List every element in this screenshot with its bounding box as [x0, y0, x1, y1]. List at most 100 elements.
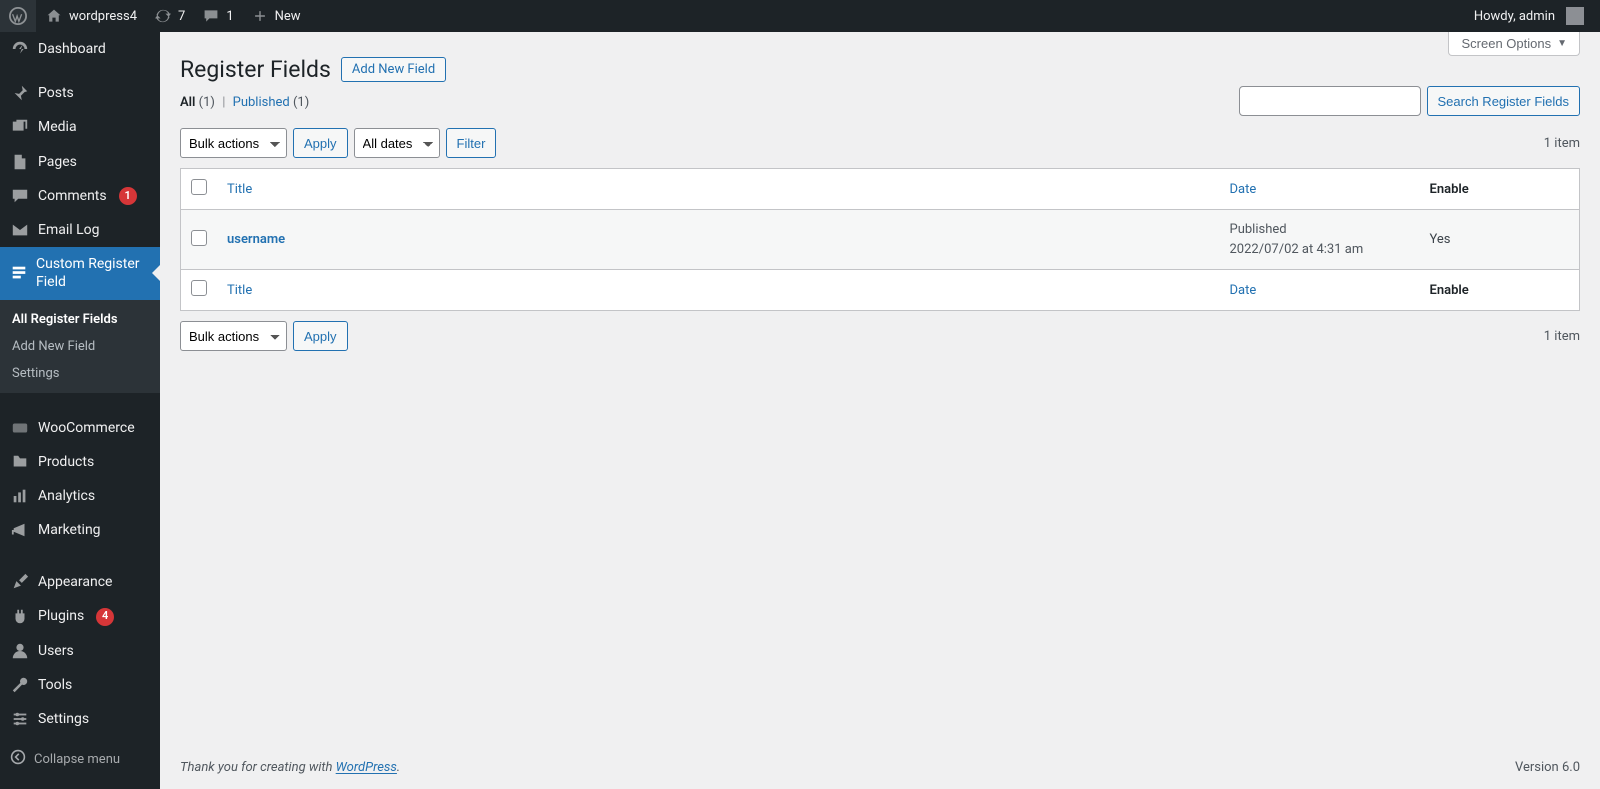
user-account[interactable]: Howdy, admin	[1466, 0, 1592, 32]
adminbar-comments[interactable]: 1	[193, 0, 241, 32]
bulk-actions-select-top[interactable]: Bulk actions	[180, 128, 287, 158]
adminbar-comments-count: 1	[226, 9, 233, 24]
sidebar-item-users[interactable]: Users	[0, 634, 160, 668]
sidebar-item-label: Email Log	[38, 221, 100, 239]
view-all[interactable]: All	[180, 95, 195, 110]
footer-date[interactable]: Date	[1220, 270, 1420, 311]
sidebar-item-label: Settings	[38, 710, 89, 728]
sidebar-item-label: Tools	[38, 676, 72, 694]
screen-meta-links: Screen Options ▼	[1448, 32, 1580, 56]
analytics-icon	[10, 487, 30, 505]
sidebar-item-marketing[interactable]: Marketing	[0, 513, 160, 547]
pin-icon	[10, 84, 30, 102]
view-all-count: (1)	[199, 95, 215, 110]
media-icon	[10, 118, 30, 136]
submenu-add-new-field[interactable]: Add New Field	[0, 333, 160, 360]
table-row: username Published 2022/07/02 at 4:31 am…	[181, 210, 1580, 270]
plugins-icon	[10, 608, 30, 626]
sidebar-item-email-log[interactable]: Email Log	[0, 213, 160, 247]
screen-options-button[interactable]: Screen Options ▼	[1448, 32, 1580, 56]
sidebar-item-appearance[interactable]: Appearance	[0, 565, 160, 599]
sidebar-item-dashboard[interactable]: Dashboard	[0, 32, 160, 66]
home-icon	[44, 6, 64, 26]
sidebar-item-woocommerce[interactable]: WooCommerce	[0, 411, 160, 445]
search-input[interactable]	[1239, 86, 1421, 116]
dates-filter-select[interactable]: All dates	[354, 128, 440, 158]
footer-title[interactable]: Title	[217, 270, 1220, 311]
comment-icon	[201, 6, 221, 26]
plugins-badge: 4	[96, 608, 114, 626]
sidebar-item-posts[interactable]: Posts	[0, 76, 160, 110]
sidebar-item-label: WooCommerce	[38, 419, 135, 437]
row-enable-cell: Yes	[1420, 210, 1580, 270]
sidebar-item-label: Plugins	[38, 607, 84, 625]
item-count-bottom: 1 item	[1544, 329, 1580, 344]
submenu-settings[interactable]: Settings	[0, 360, 160, 387]
header-date[interactable]: Date	[1220, 169, 1420, 210]
comments-badge: 1	[119, 187, 137, 205]
sidebar-item-analytics[interactable]: Analytics	[0, 479, 160, 513]
filter-button[interactable]: Filter	[446, 128, 497, 158]
wp-logo[interactable]	[0, 0, 36, 32]
footer-enable: Enable	[1420, 270, 1580, 311]
updates[interactable]: 7	[145, 0, 193, 32]
sidebar-item-tools[interactable]: Tools	[0, 668, 160, 702]
row-title-link[interactable]: username	[227, 232, 285, 247]
updates-count: 7	[178, 9, 185, 24]
products-icon	[10, 453, 30, 471]
mail-icon	[10, 221, 30, 239]
apply-button-bottom[interactable]: Apply	[293, 321, 348, 351]
admin-bar: wordpress4 7 1 New Howdy, admin	[0, 0, 1600, 32]
search-box: Search Register Fields	[1239, 86, 1581, 116]
row-checkbox[interactable]	[191, 230, 207, 246]
footer-checkbox-cell	[181, 270, 218, 311]
collapse-menu-button[interactable]: Collapse menu	[0, 741, 160, 777]
select-all-bottom[interactable]	[191, 280, 207, 296]
comment-icon	[10, 187, 30, 205]
sidebar-item-label: Dashboard	[38, 40, 106, 58]
sidebar-item-products[interactable]: Products	[0, 445, 160, 479]
sidebar-item-label: Custom Register Field	[36, 255, 152, 291]
tools-icon	[10, 676, 30, 694]
adminbar-new[interactable]: New	[242, 0, 309, 32]
search-button[interactable]: Search Register Fields	[1427, 86, 1581, 116]
view-published-count: (1)	[293, 95, 309, 110]
adminbar-left: wordpress4 7 1 New	[0, 0, 309, 32]
sidebar-item-label: Users	[38, 642, 74, 660]
site-name[interactable]: wordpress4	[36, 0, 145, 32]
tablenav-top: Bulk actions Apply All dates Filter 1 it…	[180, 126, 1580, 160]
form-icon	[10, 264, 28, 282]
header-checkbox-cell	[181, 169, 218, 210]
header-title[interactable]: Title	[217, 169, 1220, 210]
sidebar-item-label: Comments	[38, 187, 107, 205]
plus-icon	[250, 6, 270, 26]
select-all-top[interactable]	[191, 179, 207, 195]
sidebar-item-custom-register-field[interactable]: Custom Register Field	[0, 247, 160, 299]
header-enable: Enable	[1420, 169, 1580, 210]
sidebar-item-plugins[interactable]: Plugins 4	[0, 599, 160, 633]
screen-options-label: Screen Options	[1461, 36, 1551, 51]
bulk-actions-select-bottom[interactable]: Bulk actions	[180, 321, 287, 351]
sidebar-item-label: Media	[38, 118, 77, 136]
sidebar-item-settings[interactable]: Settings	[0, 702, 160, 736]
submenu-all-register-fields[interactable]: All Register Fields	[0, 306, 160, 333]
sidebar-item-comments[interactable]: Comments 1	[0, 179, 160, 213]
footer-wp-link[interactable]: WordPress	[336, 760, 397, 775]
collapse-label: Collapse menu	[34, 752, 120, 767]
main-content: Screen Options ▼ Register Fields Add New…	[160, 32, 1600, 789]
apply-button-top[interactable]: Apply	[293, 128, 348, 158]
avatar	[1566, 7, 1584, 25]
woocommerce-icon	[10, 419, 30, 437]
sidebar-submenu-custom-register-field: All Register Fields Add New Field Settin…	[0, 300, 160, 393]
site-name-label: wordpress4	[69, 9, 137, 24]
sidebar-item-pages[interactable]: Pages	[0, 145, 160, 179]
tablenav-bottom: Bulk actions Apply 1 item	[180, 319, 1580, 353]
list-table: Title Date Enable username Published 202…	[180, 168, 1580, 311]
row-date-text: 2022/07/02 at 4:31 am	[1230, 242, 1364, 257]
view-published[interactable]: Published	[233, 95, 290, 110]
wrap: Register Fields Add New Field All (1) | …	[160, 32, 1600, 353]
row-title-cell: username	[217, 210, 1220, 270]
footer-version: Version 6.0	[1515, 760, 1580, 775]
sidebar-item-media[interactable]: Media	[0, 110, 160, 144]
add-new-field-button[interactable]: Add New Field	[341, 57, 446, 82]
